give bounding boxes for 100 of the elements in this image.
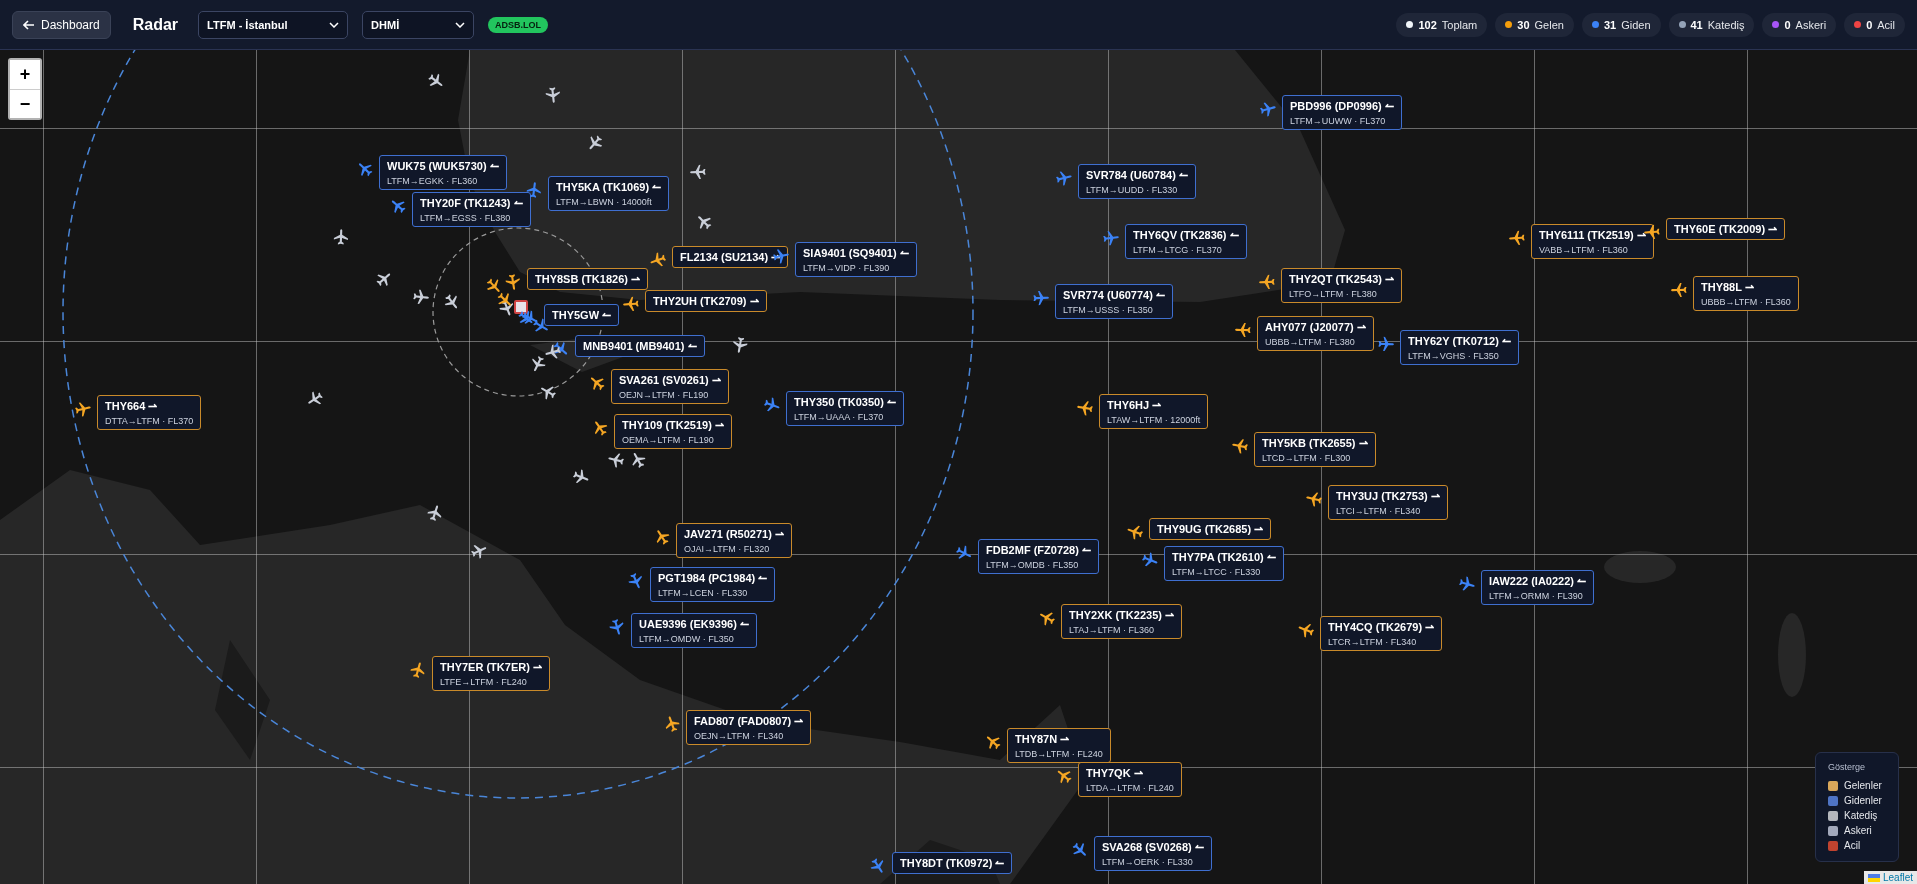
- flight-tag[interactable]: PGT1984 (PC1984) ↼ LTFM→LCEN · FL330: [650, 567, 776, 602]
- flight-route: LTFM→LTCC · FL330: [1172, 567, 1262, 577]
- flight-route: OEMA→LTFM · FL190: [622, 435, 715, 445]
- flight-tag[interactable]: SIA9401 (SQ9401) ↼ LTFM→VIDP · FL390: [795, 242, 917, 277]
- airport-select[interactable]: LTFM - İstanbul: [198, 10, 349, 39]
- flight-tag[interactable]: THY350 (TK0350) ↼ LTFM→UAAA · FL370: [786, 391, 904, 426]
- flight-tag[interactable]: THY8DT (TK0972) ↼: [892, 852, 1013, 874]
- airplane-icon[interactable]: [1297, 621, 1315, 639]
- flight-tag[interactable]: THY5KB (TK2655) ⇀ LTCD→LTFM · FL300: [1254, 432, 1376, 467]
- flight-tag[interactable]: THY5KA (TK1069) ↼ LTFM→LBWN · 14000ft: [548, 176, 670, 211]
- airplane-icon[interactable]: [409, 661, 427, 679]
- airplane-icon[interactable]: [622, 295, 640, 313]
- airplane-icon[interactable]: [504, 273, 522, 291]
- flight-tag[interactable]: THY6HJ ⇀ LTAW→LTFM · 12000ft: [1099, 394, 1209, 429]
- flight-route: LTFE→LTFM · FL240: [440, 677, 528, 687]
- airplane-icon[interactable]: [412, 288, 430, 306]
- flight-tag[interactable]: THY2UH (TK2709) ⇀: [645, 290, 767, 312]
- flight-tag[interactable]: WUK75 (WUK5730) ↼ LTFM→EGKK · FL360: [379, 155, 507, 190]
- flight-route: LTDB→LTFM · FL240: [1015, 749, 1103, 759]
- flight-tag[interactable]: THY2XK (TK2235) ⇀ LTAJ→LTFM · FL360: [1061, 604, 1182, 639]
- flight-callsign: THY6HJ ⇀: [1107, 399, 1163, 412]
- flight-callsign: THY7PA (TK2610) ↼: [1172, 551, 1276, 564]
- flight-tag[interactable]: THY20F (TK1243) ↼ LTFM→EGSS · FL380: [412, 192, 531, 227]
- flight-tag[interactable]: SVA268 (SV0268) ↼ LTFM→OERK · FL330: [1094, 836, 1212, 871]
- airplane-icon[interactable]: [1231, 437, 1249, 455]
- airplane-icon[interactable]: [74, 400, 92, 418]
- flight-callsign: THY6QV (TK2836) ↼: [1133, 229, 1239, 242]
- airport-icon[interactable]: [514, 300, 528, 314]
- stat-count: 0: [1866, 18, 1873, 31]
- airplane-icon[interactable]: [731, 336, 749, 354]
- airplane-icon[interactable]: [1258, 273, 1276, 291]
- airplane-icon[interactable]: [496, 291, 514, 309]
- flight-tag[interactable]: THY7QK ⇀ LTDA→LTFM · FL240: [1078, 762, 1182, 797]
- flight-route: LTFM→LTCG · FL370: [1133, 245, 1223, 255]
- flight-tag[interactable]: THY5GW ↼: [544, 304, 620, 326]
- flight-tag[interactable]: THY7PA (TK2610) ↼ LTFM→LTCC · FL330: [1164, 546, 1284, 581]
- flight-tag[interactable]: THY87N ⇀ LTDB→LTFM · FL240: [1007, 728, 1111, 763]
- flight-tag[interactable]: FAD807 (FAD0807) ⇀ OEJN→LTFM · FL340: [686, 710, 812, 745]
- stat-count: 102: [1418, 18, 1437, 31]
- stat-label: Giden: [1621, 18, 1651, 31]
- airplane-icon[interactable]: [544, 343, 562, 361]
- flight-tag[interactable]: THY6QV (TK2836) ↼ LTFM→LTCG · FL370: [1125, 224, 1247, 259]
- airplane-icon[interactable]: [1234, 321, 1252, 339]
- flight-tag[interactable]: UAE9396 (EK9396) ↼ LTFM→OMDW · FL350: [631, 613, 757, 648]
- flight-tag[interactable]: AHY077 (J20077) ⇀ UBBB→LTFM · FL380: [1257, 316, 1374, 351]
- flight-route: LTFM→OMDW · FL350: [639, 634, 735, 644]
- flight-route: LTFM→UUWW · FL370: [1290, 116, 1387, 126]
- airplane-icon[interactable]: [544, 86, 562, 104]
- flight-callsign: THY4CQ (TK2679) ⇀: [1328, 621, 1435, 634]
- flight-route: LTFM→ORMM · FL390: [1489, 591, 1584, 601]
- flight-tag[interactable]: IAW222 (IA0222) ↼ LTFM→ORMM · FL390: [1481, 570, 1595, 605]
- airplane-icon[interactable]: [1670, 281, 1688, 299]
- flight-callsign: THY350 (TK0350) ↼: [794, 396, 896, 409]
- flight-tag[interactable]: THY60E (TK2009) ⇀: [1666, 218, 1786, 240]
- airplane-icon[interactable]: [572, 468, 590, 486]
- source-select[interactable]: DHMİ: [362, 10, 475, 39]
- flight-tag[interactable]: THY6111 (TK2519) ⇀ VABB→LTFM · FL360: [1531, 224, 1654, 259]
- flight-tag[interactable]: THY3UJ (TK2753) ⇀ LTCI→LTFM · FL340: [1328, 485, 1448, 520]
- airplane-icon[interactable]: [1305, 490, 1323, 508]
- airplane-icon[interactable]: [649, 251, 667, 269]
- flight-tag[interactable]: SVA261 (SV0261) ⇀ OEJN→LTFM · FL190: [611, 369, 729, 404]
- airplane-icon[interactable]: [1126, 523, 1144, 541]
- flight-callsign: SVA268 (SV0268) ↼: [1102, 841, 1204, 854]
- airplane-icon[interactable]: [426, 504, 444, 522]
- flight-route: OJAI→LTFM · FL320: [684, 544, 771, 554]
- flight-tag[interactable]: THY109 (TK2519) ⇀ OEMA→LTFM · FL190: [614, 414, 732, 449]
- flight-tag[interactable]: THY88L ⇀ UBBB→LTFM · FL360: [1693, 276, 1799, 311]
- airplane-icon[interactable]: [470, 542, 488, 560]
- dashboard-button[interactable]: Dashboard: [12, 10, 111, 39]
- flight-callsign: WUK75 (WUK5730) ↼: [387, 160, 499, 173]
- flight-tag[interactable]: THY9UG (TK2685) ⇀: [1149, 518, 1272, 540]
- legend-label: Katediş: [1844, 810, 1878, 821]
- airplane-icon[interactable]: [1508, 229, 1526, 247]
- airplane-icon[interactable]: [332, 228, 350, 246]
- flight-tag[interactable]: PBD996 (DP0996) ↼ LTFM→UUWW · FL370: [1282, 95, 1402, 130]
- flight-tag[interactable]: THY8SB (TK1826) ⇀: [527, 268, 648, 290]
- airplane-icon[interactable]: [663, 715, 681, 733]
- flight-tag[interactable]: JAV271 (R50271) ⇀ OJAI→LTFM · FL320: [676, 523, 792, 558]
- flight-callsign: FAD807 (FAD0807) ⇀: [694, 715, 804, 728]
- flight-tag[interactable]: THY62Y (TK0712) ↼ LTFM→VGHS · FL350: [1400, 330, 1519, 365]
- flight-tag[interactable]: THY2QT (TK2543) ⇀ LTFO→LTFM · FL380: [1281, 268, 1402, 303]
- airplane-icon[interactable]: [529, 355, 547, 373]
- airplane-icon[interactable]: [695, 213, 713, 231]
- flight-route: LTCD→LTFM · FL300: [1262, 453, 1352, 463]
- airplane-icon[interactable]: [607, 451, 625, 469]
- airplane-icon[interactable]: [629, 451, 647, 469]
- flight-tag[interactable]: FDB2MF (FZ0728) ↼ LTFM→OMDB · FL350: [978, 539, 1099, 574]
- flight-tag[interactable]: SVR774 (U60774) ↼ LTFM→USSS · FL350: [1055, 284, 1173, 319]
- flight-callsign: THY5KA (TK1069) ↼: [556, 181, 662, 194]
- zoom-out-button[interactable]: −: [10, 89, 40, 118]
- flight-tag[interactable]: SVR784 (U60784) ↼ LTFM→UUDD · FL330: [1078, 164, 1196, 199]
- flight-callsign: THY2UH (TK2709) ⇀: [653, 295, 759, 308]
- attribution-link[interactable]: Leaflet: [1882, 872, 1913, 883]
- airplane-icon[interactable]: [1076, 399, 1094, 417]
- flight-tag[interactable]: THY4CQ (TK2679) ⇀ LTCR→LTFM · FL340: [1320, 616, 1443, 651]
- airplane-icon[interactable]: [689, 163, 707, 181]
- flight-tag[interactable]: MNB9401 (MB9401) ↼: [575, 335, 705, 357]
- flight-tag[interactable]: THY664 ⇀ DTTA→LTFM · FL370: [97, 395, 202, 430]
- flight-tag[interactable]: THY7ER (TK7ER) ⇀ LTFE→LTFM · FL240: [432, 656, 550, 691]
- airplane-icon[interactable]: [772, 247, 790, 265]
